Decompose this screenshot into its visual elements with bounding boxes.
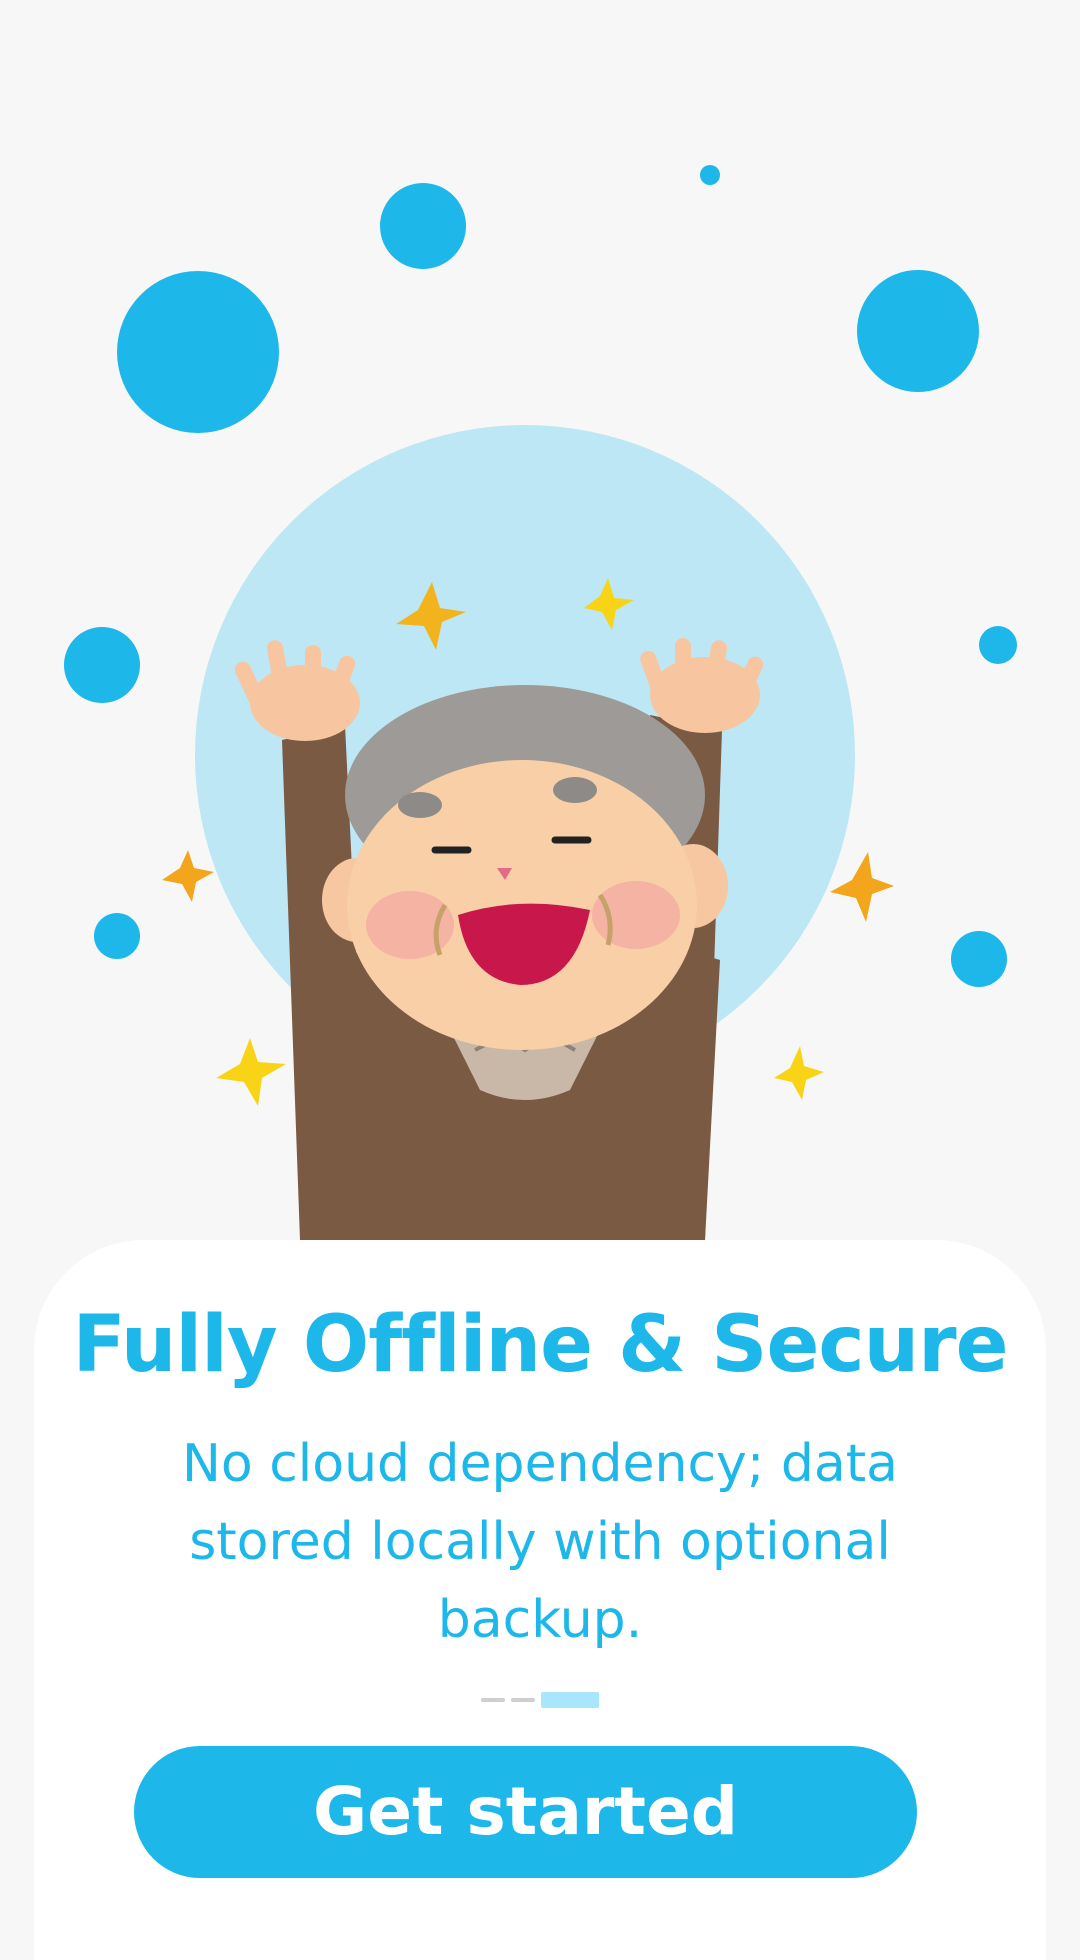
page-indicator-dot-2[interactable] (511, 1698, 535, 1702)
hero-illustration (0, 0, 1080, 1240)
pagination-dots (0, 1692, 1080, 1708)
onboarding-title: Fully Offline & Secure (72, 1300, 1008, 1390)
get-started-button[interactable]: Get started (134, 1746, 917, 1878)
page-indicator-dot-1[interactable] (481, 1698, 505, 1702)
happy-elderly-person-illustration (234, 638, 764, 1240)
page-indicator-dot-3-active[interactable] (541, 1692, 599, 1708)
celebration-illustration (64, 165, 1017, 1240)
onboarding-description: No cloud dependency; data stored locally… (181, 1434, 899, 1650)
